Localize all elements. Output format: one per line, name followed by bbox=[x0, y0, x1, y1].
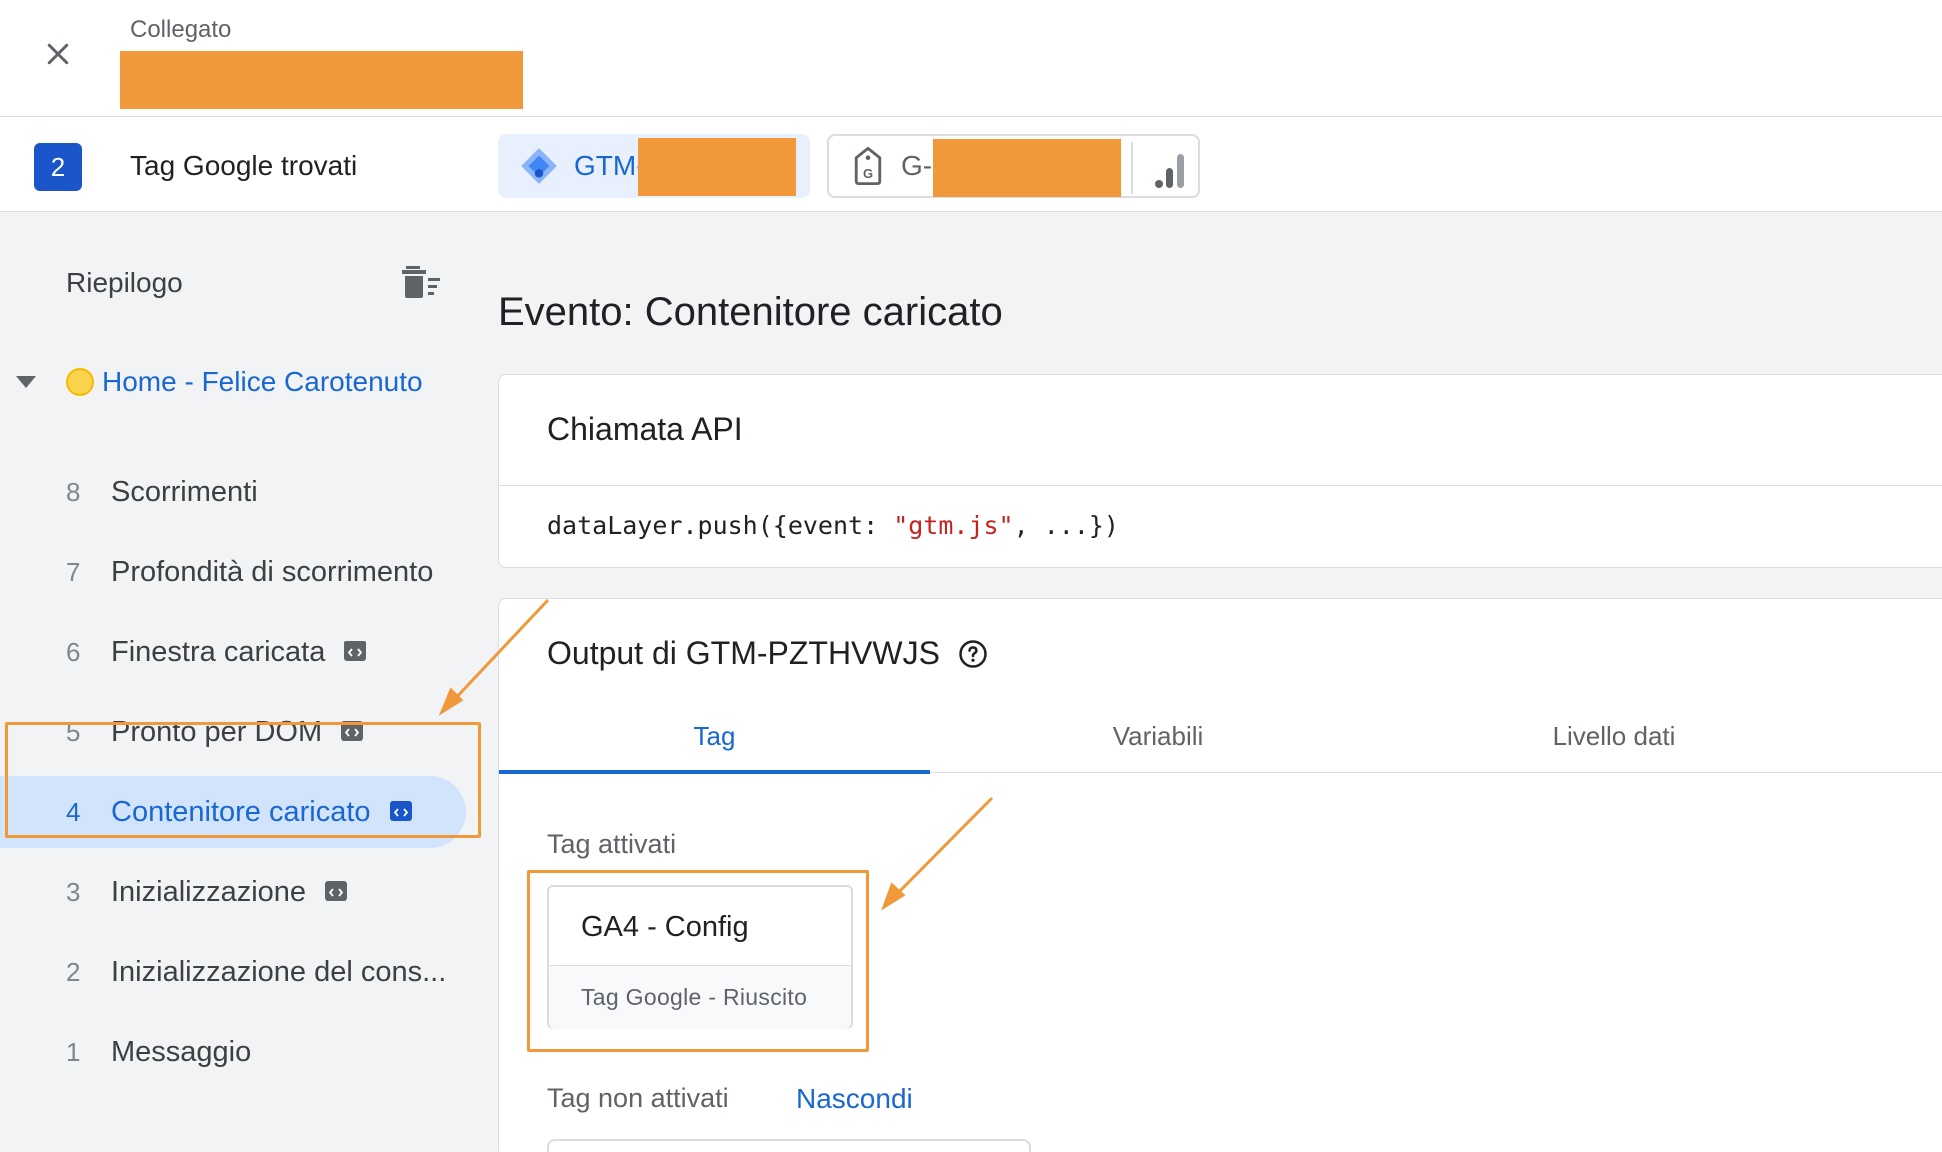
event-name: Finestra caricata bbox=[111, 635, 326, 668]
event-item-inizializzazione-consenso[interactable]: 2 Inizializzazione del cons... bbox=[0, 936, 470, 1008]
event-title: Evento: Contenitore caricato bbox=[498, 290, 1003, 334]
event-name: Messaggio bbox=[111, 1035, 252, 1068]
gtm-diamond-icon bbox=[521, 148, 557, 184]
card-divider bbox=[499, 485, 1942, 486]
tab-variabili[interactable]: Variabili bbox=[930, 699, 1386, 773]
event-name-wrap: Finestra caricata bbox=[111, 636, 367, 669]
event-item-inizializzazione[interactable]: 3 Inizializzazione bbox=[0, 856, 470, 928]
event-name: Inizializzazione bbox=[111, 875, 307, 908]
connected-label: Collegato bbox=[130, 16, 232, 43]
caret-down-icon[interactable] bbox=[14, 370, 38, 394]
event-number: 2 bbox=[66, 956, 81, 987]
page-status-dot-icon bbox=[66, 368, 94, 396]
help-icon[interactable] bbox=[958, 639, 988, 669]
top-bar: Collegato bbox=[0, 0, 1942, 117]
sidebar: Riepilogo Home - Felice Carotenuto 8 Sco… bbox=[0, 212, 497, 1152]
code-badge-icon bbox=[344, 640, 367, 661]
redacted-url bbox=[120, 51, 523, 109]
code-badge-icon bbox=[325, 880, 348, 901]
event-number: 7 bbox=[66, 556, 81, 587]
tags-found-label: Tag Google trovati bbox=[130, 150, 358, 181]
api-call-card: Chiamata API dataLayer.push({event: "gtm… bbox=[498, 374, 1942, 568]
code-event-string: "gtm.js" bbox=[893, 511, 1014, 540]
api-call-heading: Chiamata API bbox=[547, 411, 743, 447]
gtm-container-chip[interactable]: GTM- bbox=[498, 134, 810, 198]
event-item-scorrimenti[interactable]: 8 Scorrimenti bbox=[0, 456, 470, 528]
event-item-messaggio[interactable]: 1 Messaggio bbox=[0, 1016, 470, 1088]
event-name: Profondità di scorrimento bbox=[111, 555, 434, 588]
tab-tag[interactable]: Tag bbox=[499, 699, 930, 774]
event-item-profondita[interactable]: 7 Profondità di scorrimento bbox=[0, 536, 470, 608]
api-call-code: dataLayer.push({event: "gtm.js", ...}) bbox=[547, 511, 1119, 540]
fired-tags-label: Tag attivati bbox=[547, 829, 677, 859]
google-tag-icon: G bbox=[854, 146, 882, 186]
ga-tag-chip[interactable]: G G- bbox=[827, 134, 1200, 198]
delete-sweep-icon bbox=[402, 266, 440, 298]
not-fired-tags-label: Tag non attivati bbox=[547, 1083, 729, 1113]
output-heading-row: Output di GTM-PZTHVWJS bbox=[547, 635, 988, 672]
code-suffix: , ...}) bbox=[1013, 511, 1119, 540]
tag-count-badge: 2 bbox=[34, 143, 82, 191]
summary-link[interactable]: Riepilogo bbox=[66, 267, 183, 299]
event-number: 3 bbox=[66, 876, 81, 907]
clear-messages-button[interactable] bbox=[400, 262, 442, 307]
event-item-finestra-caricata[interactable]: 6 Finestra caricata bbox=[0, 616, 470, 688]
chip-divider bbox=[1131, 142, 1133, 194]
analytics-bars-icon bbox=[1155, 154, 1184, 188]
close-button[interactable] bbox=[34, 30, 82, 78]
page-item-home[interactable]: Home - Felice Carotenuto bbox=[0, 352, 497, 412]
tags-bar: 2 Tag Google trovati GTM- G G- bbox=[0, 117, 1942, 212]
tab-livello-dati[interactable]: Livello dati bbox=[1386, 699, 1842, 773]
redacted-gtm-id bbox=[638, 138, 796, 196]
code-prefix: dataLayer.push({event: bbox=[547, 511, 894, 540]
event-name: Inizializzazione del cons... bbox=[111, 955, 447, 988]
event-number: 1 bbox=[66, 1036, 81, 1067]
close-icon bbox=[47, 43, 69, 65]
not-fired-tag-card[interactable] bbox=[547, 1139, 1031, 1152]
page-title: Home - Felice Carotenuto bbox=[102, 366, 423, 397]
highlight-box-fired-tag bbox=[527, 870, 869, 1052]
output-tabs: Tag Variabili Livello dati bbox=[499, 699, 1942, 774]
redacted-ga-id bbox=[933, 139, 1121, 197]
gtm-chip-label: GTM- bbox=[574, 150, 646, 181]
event-name: Scorrimenti bbox=[111, 475, 258, 508]
hide-link[interactable]: Nascondi bbox=[796, 1083, 913, 1115]
event-number: 8 bbox=[66, 476, 81, 507]
event-name-wrap: Inizializzazione bbox=[111, 876, 348, 909]
highlight-box-sidebar bbox=[5, 722, 481, 838]
output-heading: Output di GTM-PZTHVWJS bbox=[547, 635, 940, 671]
ga-chip-label: G- bbox=[901, 150, 933, 181]
svg-text:G: G bbox=[863, 166, 873, 181]
event-number: 6 bbox=[66, 636, 81, 667]
